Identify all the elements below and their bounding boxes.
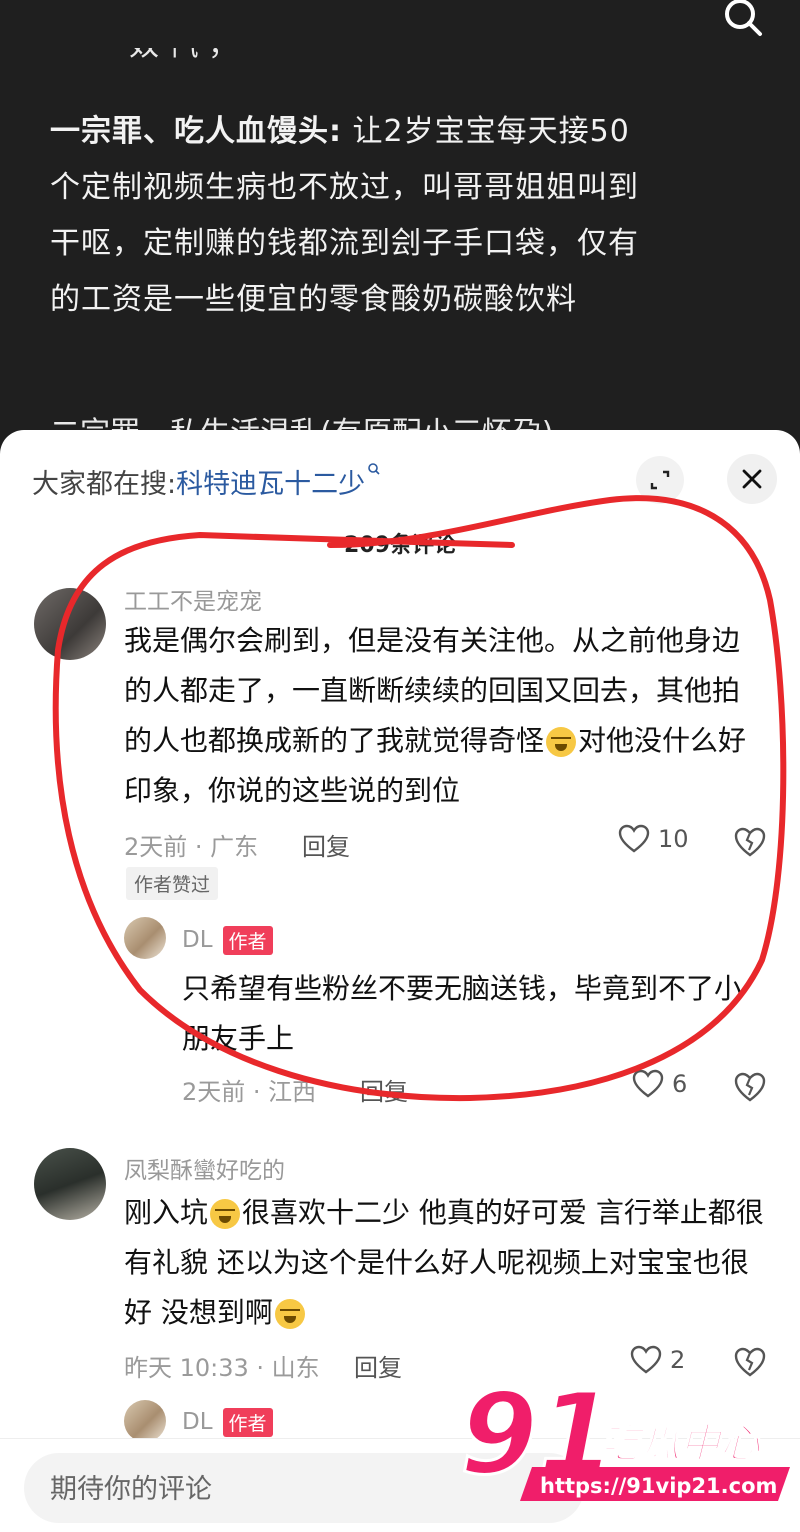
reply-button[interactable]: 回复	[360, 1072, 408, 1107]
broken-heart-icon	[734, 1072, 766, 1102]
comment-username[interactable]: 工工不是宠宠	[124, 582, 262, 616]
avatar[interactable]	[34, 588, 106, 660]
like-count: 6	[672, 1070, 688, 1098]
comment-count: 209条评论	[344, 533, 456, 558]
watermark-url: https://91vip21.com	[540, 1474, 777, 1498]
search-icon	[725, 0, 762, 36]
avatar[interactable]	[124, 1400, 166, 1442]
like-count: 2	[670, 1346, 686, 1374]
expand-icon	[650, 470, 670, 490]
comment-text: 刚入坑 很喜欢十二少 他真的好可爱 言行举止都很有礼貌 还以为这个是什么好人呢视频…	[124, 1188, 764, 1338]
like-button[interactable]: 6	[632, 1069, 687, 1099]
comment-username[interactable]: 凤梨酥蠻好吃的	[124, 1151, 285, 1185]
comment-username[interactable]: DL 作者	[182, 1408, 273, 1437]
heart-icon	[630, 1345, 662, 1374]
comment-time-location: 2天前 · 江西	[182, 1078, 317, 1106]
like-count: 10	[658, 825, 689, 853]
hot-search-label: 大家都在搜:	[32, 469, 177, 500]
dislike-button[interactable]	[733, 1345, 767, 1379]
comment-time-location: 昨天 10:33 · 山东	[124, 1354, 320, 1382]
heart-icon	[618, 824, 650, 853]
comment-sheet: 大家都在搜:科特迪瓦十二少 209条评论 工工不是宠宠 我是偶尔会刷到，但是没有…	[0, 430, 800, 1532]
post-content: 一 一 奴 忾 ， 一宗罪、吃人血馒头: 让2岁宝宝每天接50个定制视频生病也不…	[0, 0, 800, 460]
close-button[interactable]	[727, 454, 777, 504]
author-liked-tag: 作者赞过	[126, 867, 219, 900]
author-badge: 作者	[222, 1408, 273, 1437]
author-badge: 作者	[222, 926, 273, 955]
crying-emoji-icon	[274, 1299, 305, 1329]
hot-search-bar[interactable]: 大家都在搜:科特迪瓦十二少	[32, 462, 381, 501]
expand-button[interactable]	[636, 456, 684, 504]
broken-heart-icon	[734, 1347, 766, 1377]
crying-laughing-emoji-icon	[546, 727, 577, 757]
reply-button[interactable]: 回复	[354, 1348, 402, 1383]
dislike-button[interactable]	[733, 825, 767, 859]
reply-username[interactable]: DL	[182, 1409, 213, 1435]
comment-time-location: 2天前 · 广东	[124, 833, 259, 861]
avatar[interactable]	[124, 917, 166, 959]
close-icon	[742, 469, 762, 489]
dislike-button[interactable]	[733, 1070, 767, 1104]
watermark-logo: 91 吃瓜中心 https://91vip21.com	[459, 1369, 790, 1502]
heart-icon	[632, 1069, 664, 1098]
broken-heart-icon	[734, 827, 766, 857]
watermark-brand: 吃瓜中心	[600, 1421, 761, 1467]
comment-username[interactable]: DL 作者	[182, 926, 273, 955]
search-button[interactable]	[718, 0, 768, 40]
avatar[interactable]	[34, 1148, 106, 1220]
comment-text-part: 刚入坑	[124, 1196, 209, 1229]
comment-text: 我是偶尔会刷到，但是没有关注他。从之前他身边的人都走了，一直断断续续的回国又回去…	[124, 616, 764, 816]
search-icon	[368, 463, 380, 475]
reply-button[interactable]: 回复	[302, 827, 350, 862]
post-paragraph: 一宗罪、吃人血馒头: 让2岁宝宝每天接50个定制视频生病也不放过，叫哥哥姐姐叫到…	[50, 104, 660, 328]
like-button[interactable]: 10	[618, 824, 689, 854]
reply-text: 只希望有些粉丝不要无脑送钱，毕竟到不了小朋友手上	[182, 972, 743, 1055]
hot-search-keyword[interactable]: 科特迪瓦十二少	[176, 469, 365, 500]
post-cut-line-top: 一 一 奴 忾 ，	[50, 28, 239, 63]
like-button[interactable]: 2	[630, 1345, 685, 1375]
crying-emoji-icon	[210, 1199, 241, 1229]
post-paragraph-title: 一宗罪、吃人血馒头:	[50, 114, 342, 149]
reply-username[interactable]: DL	[182, 927, 213, 953]
watermark: 91 吃瓜中心 https://91vip21.com	[459, 1369, 790, 1515]
